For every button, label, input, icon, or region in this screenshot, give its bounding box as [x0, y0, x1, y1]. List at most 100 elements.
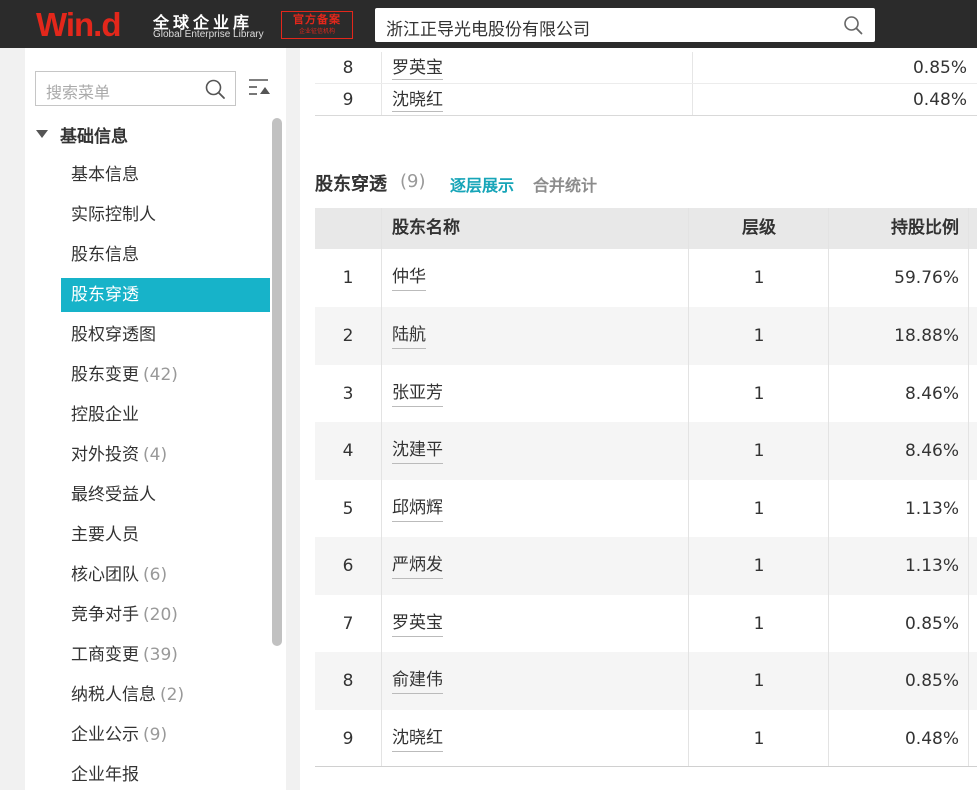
column-divider: [968, 208, 969, 766]
row-number: 3: [342, 384, 354, 404]
sidebar-item-taxpayer-info[interactable]: 纳税人信息 (2): [61, 678, 270, 712]
sidebar-item-equity-chart[interactable]: 股权穿透图: [61, 318, 270, 352]
sidebar-item-key-personnel[interactable]: 主要人员: [61, 518, 270, 552]
holding-ratio: 8.46%: [904, 441, 959, 461]
header-holding-ratio: 持股比例: [891, 218, 959, 238]
row-level: 1: [753, 729, 765, 749]
row-number: 8: [342, 58, 354, 78]
holding-ratio: 0.85%: [904, 614, 959, 634]
shareholder-name-link[interactable]: 俞建伟: [392, 668, 443, 694]
sidebar-item-shareholder-changes[interactable]: 股东变更 (42): [61, 358, 270, 392]
company-search-box[interactable]: 浙江正导光电股份有限公司: [375, 8, 875, 42]
shareholder-name-link[interactable]: 罗英宝: [392, 56, 443, 80]
sidebar-item-basic-info[interactable]: 基本信息: [61, 158, 270, 192]
row-number: 9: [342, 729, 354, 749]
table-divider: [315, 115, 977, 116]
holding-ratio: 59.76%: [894, 268, 959, 288]
holding-ratio: 18.88%: [894, 326, 959, 346]
badge-sub-text: 企业征信机构: [298, 28, 335, 35]
section-title: 股东穿透: [315, 174, 387, 195]
column-divider: [688, 208, 689, 766]
sidebar-item-beneficiary[interactable]: 最终受益人: [61, 478, 270, 512]
shareholder-name-link[interactable]: 沈建平: [392, 438, 443, 464]
sidebar-item-annual-reports[interactable]: 企业年报: [61, 758, 270, 790]
search-icon[interactable]: [843, 15, 863, 35]
sidebar-item-shareholder-info[interactable]: 股东信息: [61, 238, 270, 272]
table-row: 7 罗英宝 1 0.85%: [315, 595, 977, 653]
row-level: 1: [753, 671, 765, 691]
company-search-input[interactable]: 浙江正导光电股份有限公司: [386, 15, 590, 40]
logo-title-en: Global Enterprise Library: [153, 29, 264, 40]
tab-layer-view[interactable]: 逐层展示: [450, 172, 514, 196]
row-level: 1: [753, 556, 765, 576]
table-row: 8 俞建伟 1 0.85%: [315, 652, 977, 710]
column-divider: [828, 208, 829, 766]
table-header: 股东名称 层级 持股比例: [315, 208, 977, 249]
row-level: 1: [753, 268, 765, 288]
row-level: 1: [753, 614, 765, 634]
sidebar-item-business-changes[interactable]: 工商变更 (39): [61, 638, 270, 672]
shareholder-name-link[interactable]: 沈晓红: [392, 88, 443, 112]
holding-ratio: 1.13%: [904, 499, 959, 519]
holding-ratio: 1.13%: [904, 556, 959, 576]
item-count: (4): [143, 445, 168, 465]
search-icon[interactable]: [204, 78, 226, 100]
sidebar-item-competitors[interactable]: 竞争对手 (20): [61, 598, 270, 632]
sidebar-item-investments[interactable]: 对外投资 (4): [61, 438, 270, 472]
table-row: 5 邱炳辉 1 1.13%: [315, 480, 977, 538]
menu-search-input[interactable]: 搜索菜单: [46, 79, 110, 103]
row-level: 1: [753, 326, 765, 346]
table-row: 4 沈建平 1 8.46%: [315, 422, 977, 480]
item-count: (20): [143, 605, 178, 625]
expand-arrow-icon[interactable]: [36, 130, 48, 138]
row-level: 1: [753, 499, 765, 519]
table-row: 9 沈晓红 1 0.48%: [315, 710, 977, 768]
item-count: (39): [143, 645, 178, 665]
table-row: 3 张亚芳 1 8.46%: [315, 365, 977, 423]
shareholder-name-link[interactable]: 严炳发: [392, 553, 443, 579]
row-level: 1: [753, 384, 765, 404]
official-badge: 官方备案 企业征信机构: [281, 11, 353, 39]
table-bottom-border: [315, 766, 977, 767]
wind-logo[interactable]: Win.d: [36, 6, 122, 44]
item-count: (2): [160, 685, 185, 705]
section-count: (9): [400, 171, 426, 192]
row-number: 9: [342, 90, 354, 110]
row-number: 1: [342, 268, 354, 288]
holding-ratio: 0.85%: [904, 671, 959, 691]
table-row: 9 沈晓红 0.48%: [315, 84, 977, 116]
shareholder-name-link[interactable]: 邱炳辉: [392, 496, 443, 522]
row-level: 1: [753, 441, 765, 461]
holding-ratio: 0.48%: [904, 729, 959, 749]
row-number: 4: [342, 441, 354, 461]
sidebar-scrollbar[interactable]: [272, 118, 282, 646]
table-row: 8 罗英宝 0.85%: [315, 52, 977, 84]
item-count: (6): [143, 565, 168, 585]
sidebar-item-shareholder-penetration[interactable]: 股东穿透: [61, 278, 270, 312]
holding-ratio: 0.85%: [912, 58, 967, 78]
tab-merge-stats[interactable]: 合并统计: [533, 172, 597, 196]
shareholder-name-link[interactable]: 沈晓红: [392, 726, 443, 752]
shareholder-name-link[interactable]: 仲华: [392, 265, 426, 291]
row-number: 6: [342, 556, 354, 576]
shareholder-name-link[interactable]: 张亚芳: [392, 381, 443, 407]
item-count: (9): [143, 725, 168, 745]
shareholder-name-link[interactable]: 罗英宝: [392, 611, 443, 637]
collapse-menu-icon[interactable]: [248, 77, 272, 99]
row-number: 8: [342, 671, 354, 691]
holding-ratio: 0.48%: [912, 90, 967, 110]
row-number: 7: [342, 614, 354, 634]
menu-group-title[interactable]: 基础信息: [60, 122, 128, 147]
table-row: 1 仲华 1 59.76%: [315, 249, 977, 307]
menu-search-box[interactable]: 搜索菜单: [35, 71, 236, 106]
badge-main-text: 官方备案: [293, 13, 341, 26]
sidebar-item-holding-companies[interactable]: 控股企业: [61, 398, 270, 432]
header-level: 层级: [742, 218, 776, 238]
row-number: 5: [342, 499, 354, 519]
sidebar-item-core-team[interactable]: 核心团队 (6): [61, 558, 270, 592]
sidebar-item-public-notices[interactable]: 企业公示 (9): [61, 718, 270, 752]
sidebar-item-actual-controller[interactable]: 实际控制人: [61, 198, 270, 232]
top-header: Win.d 全球企业库 Global Enterprise Library 官方…: [0, 0, 977, 48]
shareholder-name-link[interactable]: 陆航: [392, 323, 426, 349]
table-row: 2 陆航 1 18.88%: [315, 307, 977, 365]
